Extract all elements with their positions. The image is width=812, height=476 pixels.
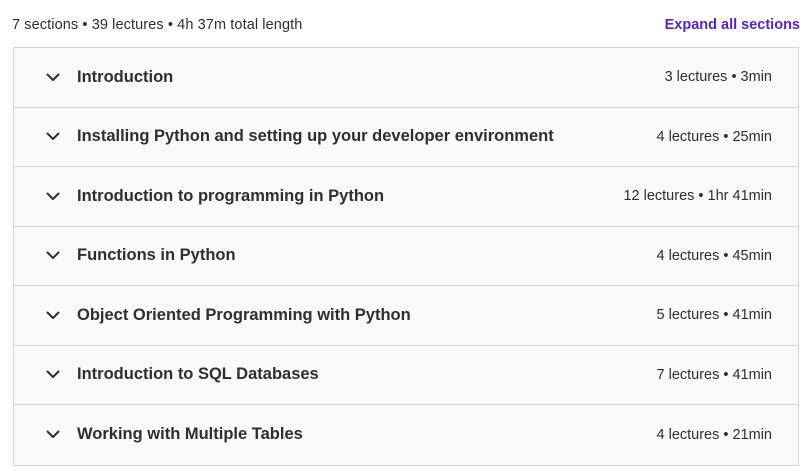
section-sql-databases[interactable]: Introduction to SQL Databases 7 lectures… (14, 345, 798, 405)
section-title: Introduction to SQL Databases (77, 365, 319, 384)
chevron-down-icon (45, 69, 61, 85)
section-multiple-tables[interactable]: Working with Multiple Tables 4 lectures … (14, 405, 798, 465)
section-meta: 7 lectures • 41min (656, 366, 773, 383)
section-meta: 3 lectures • 3min (664, 69, 772, 86)
section-meta: 4 lectures • 21min (656, 426, 773, 443)
section-meta: 12 lectures • 1hr 41min (623, 188, 772, 205)
section-title: Introduction (77, 67, 174, 86)
section-installing-python[interactable]: Installing Python and setting up your de… (14, 107, 798, 167)
chevron-down-icon (45, 307, 61, 323)
section-meta: 4 lectures • 45min (656, 247, 773, 264)
section-meta: 5 lectures • 41min (656, 307, 773, 324)
section-meta: 4 lectures • 25min (656, 128, 773, 145)
section-introduction[interactable]: Introduction 3 lectures • 3min (14, 48, 798, 108)
expand-all-sections-button[interactable]: Expand all sections (665, 17, 800, 33)
section-title: Installing Python and setting up your de… (77, 127, 554, 146)
chevron-down-icon (45, 367, 61, 383)
chevron-down-icon (45, 188, 61, 204)
chevron-down-icon (45, 248, 61, 264)
section-title: Introduction to programming in Python (77, 186, 385, 205)
course-sections-list: Introduction 3 lectures • 3min Installin… (13, 47, 799, 466)
course-stats: 7 sections • 39 lectures • 4h 37m total … (12, 17, 303, 33)
section-title: Object Oriented Programming with Python (77, 305, 411, 324)
chevron-down-icon (45, 427, 61, 443)
chevron-down-icon (45, 129, 61, 145)
section-title: Working with Multiple Tables (77, 425, 303, 444)
course-content-summary: 7 sections • 39 lectures • 4h 37m total … (12, 14, 800, 36)
section-functions[interactable]: Functions in Python 4 lectures • 45min (14, 226, 798, 286)
section-title: Functions in Python (77, 246, 236, 265)
section-oop[interactable]: Object Oriented Programming with Python … (14, 286, 798, 346)
section-intro-programming[interactable]: Introduction to programming in Python 12… (14, 167, 798, 227)
